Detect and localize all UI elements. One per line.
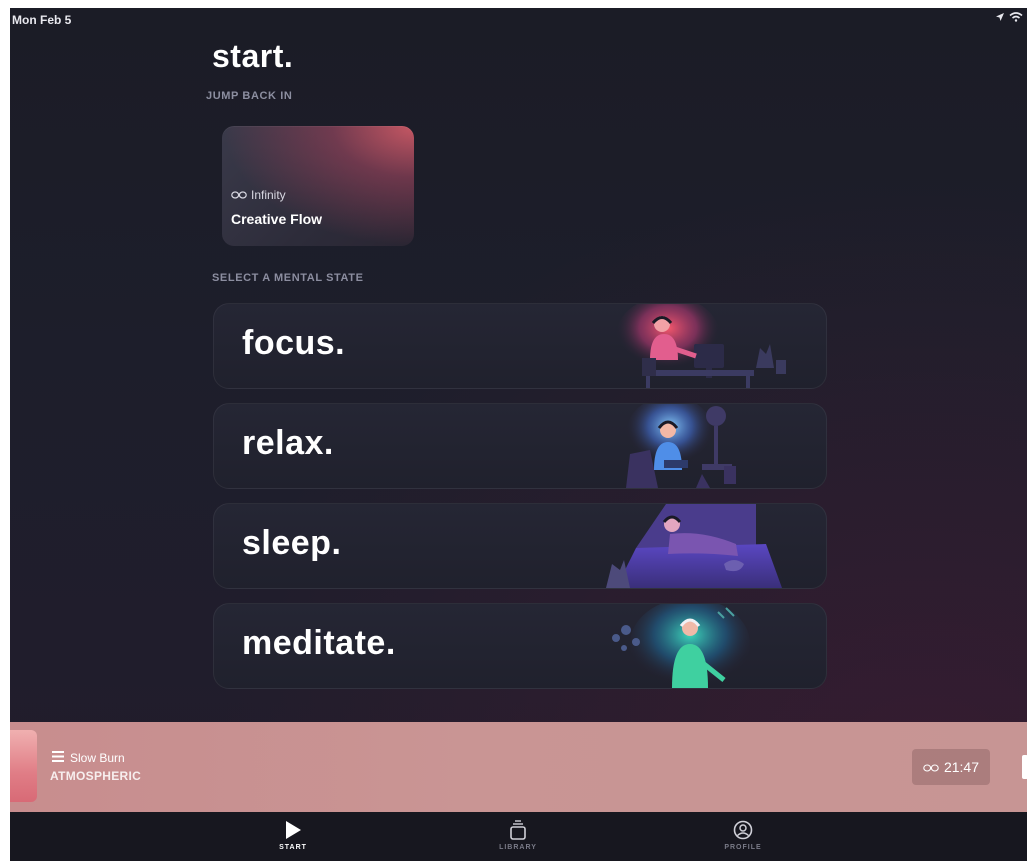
mini-player-control-edge[interactable] xyxy=(1022,755,1027,779)
mini-player-genre: ATMOSPHERIC xyxy=(50,769,142,783)
tab-label: LIBRARY xyxy=(499,844,537,851)
app-screen: Mon Feb 5 start. JUMP BACK IN Infinity C… xyxy=(10,8,1027,861)
wifi-icon xyxy=(1009,12,1023,22)
mental-state-card-meditate[interactable]: meditate. xyxy=(213,603,827,689)
infinity-icon xyxy=(231,188,247,202)
track-list-icon xyxy=(52,751,64,765)
mental-state-card-sleep[interactable]: sleep. xyxy=(213,503,827,589)
mental-state-title: meditate. xyxy=(242,624,396,662)
session-timer-value: 21:47 xyxy=(943,759,980,775)
tab-library[interactable]: LIBRARY xyxy=(478,820,558,851)
infinity-icon xyxy=(923,759,939,775)
meditate-illustration xyxy=(612,604,750,688)
mental-state-title: relax. xyxy=(242,424,334,462)
play-icon xyxy=(253,820,333,840)
recent-session-name: Creative Flow xyxy=(231,211,323,227)
tab-profile[interactable]: PROFILE xyxy=(703,820,783,851)
tab-label: PROFILE xyxy=(724,844,762,851)
select-mental-state-label: SELECT A MENTAL STATE xyxy=(212,272,364,284)
status-bar: Mon Feb 5 xyxy=(10,8,1027,32)
sleep-illustration xyxy=(606,504,782,588)
mental-state-title: focus. xyxy=(242,324,346,362)
focus-illustration xyxy=(616,304,786,388)
tab-label: START xyxy=(279,844,307,851)
mental-state-title: sleep. xyxy=(242,524,342,562)
location-icon xyxy=(995,12,1005,22)
mini-player-track: Slow Burn xyxy=(52,751,125,765)
status-left: Mon Feb 5 xyxy=(12,13,71,27)
mental-state-card-focus[interactable]: focus. xyxy=(213,303,827,389)
mini-player-artwork xyxy=(10,730,37,802)
tab-bar: START LIBRARY PROFILE xyxy=(10,812,1027,861)
mental-state-card-relax[interactable]: relax. xyxy=(213,403,827,489)
recent-session-card[interactable]: Infinity Creative Flow xyxy=(222,126,414,246)
status-date: Mon Feb 5 xyxy=(12,13,72,27)
jump-back-in-label: JUMP BACK IN xyxy=(206,90,293,102)
status-right xyxy=(995,12,1023,22)
session-timer[interactable]: 21:47 xyxy=(912,749,990,785)
mini-player-track-name: Slow Burn xyxy=(70,751,125,765)
profile-icon xyxy=(703,820,783,840)
page-title: start. xyxy=(212,38,294,74)
library-icon xyxy=(478,820,558,840)
recent-session-type: Infinity xyxy=(231,188,286,202)
mini-player[interactable]: Slow Burn ATMOSPHERIC 21:47 xyxy=(10,722,1027,812)
recent-session-type-label: Infinity xyxy=(251,188,286,202)
relax-illustration xyxy=(626,404,736,488)
tab-start[interactable]: START xyxy=(253,820,333,851)
